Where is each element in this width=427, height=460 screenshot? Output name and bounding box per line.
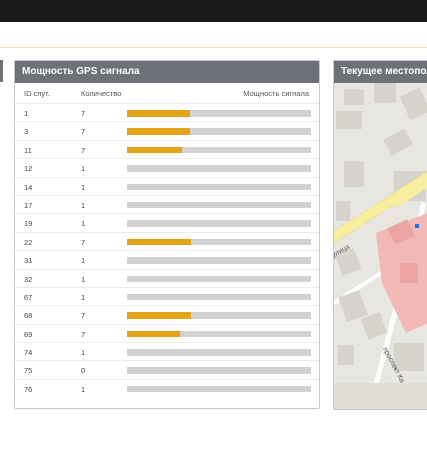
table-row: 75 0: [15, 360, 319, 378]
satellite-id: 12: [24, 164, 33, 174]
gps-signal-panel: Мощность GPS сигнала ID спут. Количество…: [14, 60, 320, 409]
table-row: 67 1: [15, 286, 319, 305]
signal-strength-fill: [127, 128, 190, 135]
signal-strength-fill: [127, 312, 192, 319]
left-panel-edge: [0, 60, 3, 82]
signal-strength-bar: [127, 201, 311, 209]
table-row: 31 1: [15, 250, 319, 268]
satellite-count: 1: [81, 274, 86, 284]
signal-strength-bar: [127, 275, 311, 283]
signal-strength-bar: [127, 165, 311, 172]
top-dark-bar: [0, 0, 427, 22]
signal-strength-bar: [127, 349, 311, 356]
col-header-strength: Мощность сигнала: [243, 89, 309, 98]
table-row: 17 1: [15, 194, 319, 213]
satellite-count: 7: [81, 237, 86, 247]
satellite-id: 17: [24, 200, 33, 210]
location-marker-icon: [415, 224, 419, 228]
signal-strength-bar: [127, 330, 311, 338]
gps-table-header: ID спут. Количество Мощность сигнала: [15, 85, 319, 102]
satellite-count: 7: [81, 109, 86, 118]
satellite-count: 0: [81, 366, 86, 376]
table-row: 74 1: [15, 342, 319, 360]
map-panel-title: Текущее местоположение: [334, 61, 427, 83]
signal-strength-bar: [127, 257, 311, 264]
signal-strength-bar: [127, 220, 311, 227]
table-row: 14 1: [15, 176, 319, 195]
satellite-id: 31: [24, 256, 33, 266]
signal-strength-fill: [127, 110, 190, 117]
gps-panel-title: Мощность GPS сигнала: [15, 61, 319, 83]
satellite-id: 76: [24, 384, 33, 394]
col-header-id: ID спут.: [24, 89, 50, 98]
signal-strength-bar: [127, 312, 311, 319]
table-row: 11 7: [15, 139, 319, 158]
satellite-id: 75: [24, 366, 33, 376]
table-row: 76 1: [15, 378, 319, 397]
satellite-count: 7: [81, 127, 86, 137]
satellite-id: 11: [24, 145, 32, 155]
signal-strength-fill: [127, 238, 192, 246]
signal-strength-bar: [127, 367, 311, 374]
satellite-id: 69: [24, 329, 33, 339]
signal-strength-bar: [127, 128, 311, 135]
satellite-id: 19: [24, 219, 33, 229]
signal-strength-fill: [127, 146, 183, 154]
satellite-id: 3: [24, 127, 29, 137]
table-row: 19 1: [15, 213, 319, 231]
satellite-id: 22: [24, 237, 33, 247]
map-view[interactable]: улица проспект Ка: [334, 83, 427, 409]
satellite-id: 1: [24, 109, 29, 118]
table-row: 69 7: [15, 323, 319, 342]
signal-strength-bar: [127, 385, 311, 393]
map-panel: Текущее местоположение: [333, 60, 427, 410]
gps-table-body: 1 7 3 7 11 7 12 1 14 1 17 1 19 1 22 7 31 1 32 1 67 1 68 7 69 7 74 1…: [15, 103, 319, 397]
satellite-count: 1: [81, 219, 86, 229]
satellite-id: 32: [24, 274, 33, 284]
satellite-count: 7: [81, 329, 86, 339]
satellite-count: 7: [81, 145, 86, 155]
signal-strength-bar: [127, 146, 311, 154]
satellite-count: 1: [81, 256, 86, 266]
satellite-count: 1: [81, 164, 86, 174]
satellite-count: 1: [81, 292, 86, 302]
table-row: 68 7: [15, 305, 319, 323]
table-row: 22 7: [15, 231, 319, 250]
satellite-count: 1: [81, 182, 86, 192]
signal-strength-bar: [127, 110, 311, 117]
satellite-id: 67: [24, 292, 33, 302]
satellite-count: 7: [81, 311, 86, 321]
signal-strength-bar: [127, 293, 311, 301]
table-row: 12 1: [15, 158, 319, 176]
satellite-count: 1: [81, 384, 86, 394]
satellite-id: 74: [24, 348, 33, 358]
satellite-count: 1: [81, 348, 86, 358]
table-row: 17: [15, 103, 319, 121]
satellite-id: 14: [24, 182, 33, 192]
col-header-count: Количество: [81, 89, 122, 98]
signal-strength-bar: [127, 238, 311, 246]
table-row: 37: [15, 121, 319, 139]
header-divider: [0, 47, 427, 48]
table-row: 32 1: [15, 268, 319, 287]
signal-strength-bar: [127, 183, 311, 191]
satellite-count: 1: [81, 200, 86, 210]
signal-strength-fill: [127, 330, 181, 338]
map-canvas: улица проспект Ка: [334, 83, 427, 409]
satellite-id: 68: [24, 311, 33, 321]
